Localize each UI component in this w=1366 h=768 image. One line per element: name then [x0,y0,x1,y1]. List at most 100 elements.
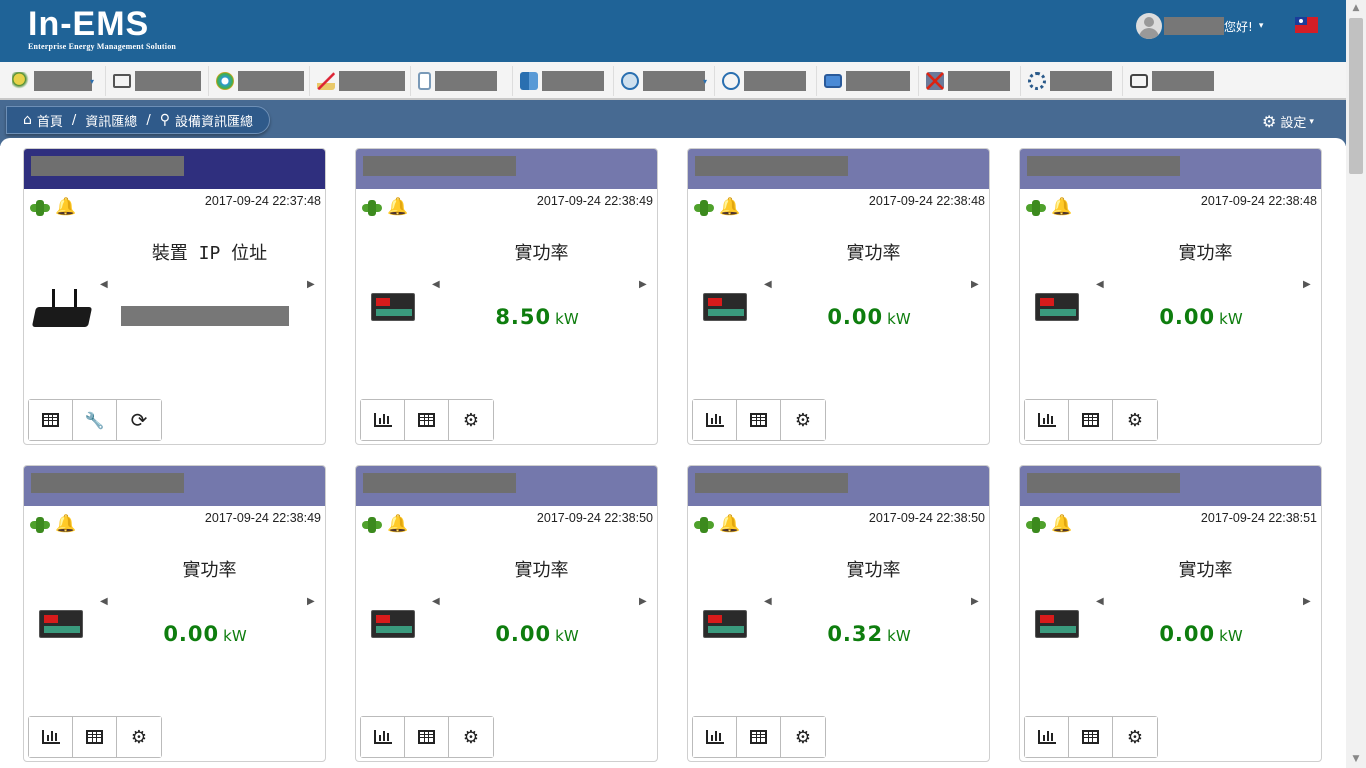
settings-button[interactable]: ⚙ [449,400,493,440]
next-arrow-icon[interactable]: ▶ [1303,596,1311,607]
menu-item-12[interactable] [1124,66,1224,96]
bar-chart-icon [373,730,392,744]
settings-dropdown[interactable]: ⚙ 設定 ▾ [1262,112,1314,131]
scroll-down-arrow-icon[interactable]: ▼ [1346,751,1366,768]
menu-item-10[interactable] [920,66,1021,96]
menu-label-redacted [435,71,497,91]
alarm-bell-icon[interactable]: 🔔 [387,199,408,216]
chevron-down-icon: ▾ [703,76,708,86]
power-unit: kW [223,627,247,645]
gears-icon: ⚙ [794,726,812,748]
device-card: 🔔 2017-09-24 22:38:50 實功率 ◀ ▶ 0.00 kW ⚙ [355,465,658,762]
prev-arrow-icon[interactable]: ◀ [1096,596,1104,607]
app-logo[interactable]: In-EMS Enterprise Energy Management Solu… [28,6,176,51]
menu-item-11[interactable] [1022,66,1123,96]
scroll-up-arrow-icon[interactable]: ▲ [1346,0,1366,17]
bar-chart-icon [41,730,60,744]
menu-item-7[interactable]: ▾ [615,66,715,96]
next-arrow-icon[interactable]: ▶ [971,596,979,607]
next-arrow-icon[interactable]: ▶ [307,596,315,607]
table-button[interactable] [1069,717,1113,757]
table-button[interactable] [737,717,781,757]
status-icons: 🔔 [30,199,76,216]
value-display: 0.00 kW [1080,622,1322,646]
chart-button[interactable] [693,400,737,440]
next-arrow-icon[interactable]: ▶ [639,596,647,607]
language-flag-icon[interactable] [1295,17,1318,33]
card-toolbar: ⚙ [692,716,826,758]
chart-button[interactable] [693,717,737,757]
vertical-scrollbar[interactable]: ▲ ▼ [1346,0,1366,768]
table-button[interactable] [29,400,73,440]
box-icon [520,72,538,90]
status-icons: 🔔 [30,516,76,533]
alarm-bell-icon[interactable]: 🔔 [1051,516,1072,533]
card-header [24,149,325,189]
card-title: 實功率 [846,560,901,581]
settings-button[interactable]: ⚙ [781,400,825,440]
table-icon [418,413,435,427]
alarm-bell-icon[interactable]: 🔔 [55,199,76,216]
chart-button[interactable] [361,717,405,757]
breadcrumb: ⌂ 首頁 / 資訊匯總 / ⚲ 設備資訊匯總 [6,106,270,134]
power-unit: kW [887,310,911,328]
chart-button[interactable] [1025,400,1069,440]
breadcrumb-home[interactable]: 首頁 [37,111,63,130]
prev-arrow-icon[interactable]: ◀ [1096,279,1104,290]
menu-item-1[interactable]: ▾ [6,66,106,96]
user-menu[interactable]: 您好! ▾ [1136,13,1263,39]
config-button[interactable]: 🔧 [73,400,117,440]
prev-arrow-icon[interactable]: ◀ [764,596,772,607]
menu-item-5[interactable] [412,66,513,96]
scroll-thumb[interactable] [1349,18,1363,174]
card-header [688,149,989,189]
menu-item-2[interactable] [107,66,209,96]
card-timestamp: 2017-09-24 22:37:48 [204,194,321,208]
prev-arrow-icon[interactable]: ◀ [432,279,440,290]
settings-button[interactable]: ⚙ [1113,400,1157,440]
alarm-bell-icon[interactable]: 🔔 [1051,199,1072,216]
prev-arrow-icon[interactable]: ◀ [100,279,108,290]
table-button[interactable] [73,717,117,757]
chart-button[interactable] [1025,717,1069,757]
table-button[interactable] [737,400,781,440]
table-button[interactable] [405,400,449,440]
menu-item-4[interactable] [311,66,411,96]
power-meter-icon [703,610,747,638]
refresh-button[interactable]: ⟳ [117,400,161,440]
table-button[interactable] [405,717,449,757]
alarm-bell-icon[interactable]: 🔔 [719,199,740,216]
display-icon [1130,74,1148,88]
next-arrow-icon[interactable]: ▶ [971,279,979,290]
menu-item-8[interactable] [716,66,817,96]
breadcrumb-level1[interactable]: 資訊匯總 [85,111,137,130]
bar-chart-icon [1037,730,1056,744]
power-meter-icon [39,610,83,638]
prev-arrow-icon[interactable]: ◀ [432,596,440,607]
chart-button[interactable] [361,400,405,440]
table-button[interactable] [1069,400,1113,440]
next-arrow-icon[interactable]: ▶ [1303,279,1311,290]
gears-icon: ⚙ [130,726,148,748]
settings-button[interactable]: ⚙ [781,717,825,757]
alarm-bell-icon[interactable]: 🔔 [387,516,408,533]
clock-search-icon [722,72,740,90]
prev-arrow-icon[interactable]: ◀ [100,596,108,607]
settings-button[interactable]: ⚙ [449,717,493,757]
power-value: 8.50 [495,305,552,329]
menu-item-3[interactable] [210,66,310,96]
menu-item-9[interactable] [818,66,919,96]
alarm-bell-icon[interactable]: 🔔 [719,516,740,533]
alarm-bell-icon[interactable]: 🔔 [55,516,76,533]
chart-button[interactable] [29,717,73,757]
menu-item-6[interactable] [514,66,614,96]
next-arrow-icon[interactable]: ▶ [639,279,647,290]
settings-button[interactable]: ⚙ [117,717,161,757]
settings-button[interactable]: ⚙ [1113,717,1157,757]
main-menu-bar: ▾ ▾ [0,62,1346,100]
next-arrow-icon[interactable]: ▶ [307,279,315,290]
prev-arrow-icon[interactable]: ◀ [764,279,772,290]
menu-label-redacted [846,71,910,91]
value-display: 0.00 kW [748,305,990,329]
monitor-icon [113,74,131,88]
